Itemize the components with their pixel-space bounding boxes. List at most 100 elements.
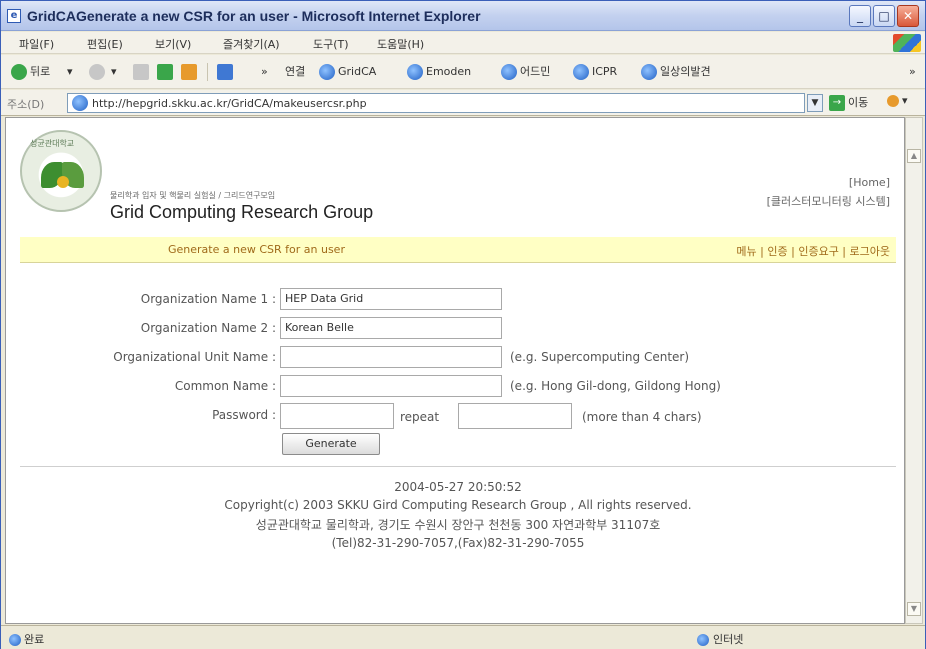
nav-link-cert[interactable]: 인증	[767, 245, 787, 258]
go-button[interactable]: → 이동	[829, 94, 868, 112]
nav-link-menu[interactable]: 메뉴	[736, 245, 756, 258]
menu-help[interactable]: 도움말(H)	[377, 36, 424, 52]
header-subtitle: 물리학과 입자 및 핵물리 실험실 / 그리드연구모임	[110, 191, 276, 200]
status-text: 완료	[9, 631, 44, 647]
unit-label: Organizational Unit Name :	[113, 350, 276, 364]
menu-view[interactable]: 보기(V)	[155, 36, 191, 52]
menu-tools[interactable]: 도구(T)	[313, 36, 349, 52]
browser-window: e GridCAGenerate a new CSR for an user -…	[0, 0, 926, 649]
repeat-password-input[interactable]	[458, 403, 572, 429]
common-name-input[interactable]	[280, 375, 502, 397]
link-admin-label: 어드민	[520, 65, 551, 78]
menu-file[interactable]: 파일(F)	[19, 36, 54, 52]
ie-app-icon: e	[7, 9, 21, 23]
menu-edit[interactable]: 편집(E)	[87, 36, 123, 52]
print-icon	[217, 64, 233, 80]
ie-page-icon	[573, 64, 589, 80]
nav-link-logout[interactable]: 로그아웃	[850, 245, 890, 258]
nav-separator: |	[838, 245, 850, 258]
page-viewport: 성균관대학교 물리학과 입자 및 핵물리 실험실 / 그리드연구모임 Grid …	[5, 117, 905, 624]
refresh-icon	[157, 64, 173, 80]
address-bar: 주소(D) http://hepgrid.skku.ac.kr/GridCA/m…	[1, 90, 925, 116]
stop-button[interactable]	[133, 63, 152, 81]
page-heading: Generate a new CSR for an user	[168, 243, 345, 256]
window-title: GridCAGenerate a new CSR for an user - M…	[27, 8, 481, 24]
link-gridca[interactable]: GridCA	[319, 63, 376, 81]
page-icon	[72, 95, 88, 111]
refresh-button[interactable]	[157, 63, 176, 81]
toolbar-more[interactable]: »	[261, 63, 268, 81]
footer-address: 성균관대학교 물리학과, 경기도 수원시 장안구 천천동 300 자연과학부 3…	[255, 518, 661, 532]
link-icpr[interactable]: ICPR	[573, 63, 617, 81]
forward-button[interactable]	[89, 63, 108, 81]
close-button[interactable]: ✕	[897, 5, 919, 27]
back-label: 뒤로	[30, 65, 51, 78]
title-bar[interactable]: e GridCAGenerate a new CSR for an user -…	[1, 1, 925, 31]
home-button[interactable]	[181, 63, 200, 81]
password-input[interactable]	[280, 403, 394, 429]
university-logo: 성균관대학교	[20, 130, 102, 212]
page-title: Grid Computing Research Group	[110, 202, 374, 222]
address-input[interactable]: http://hepgrid.skku.ac.kr/GridCA/makeuse…	[67, 93, 805, 113]
minimize-button[interactable]: _	[849, 5, 871, 27]
links-more[interactable]: »	[909, 63, 916, 81]
go-label: 이동	[848, 96, 869, 109]
link-icpr-label: ICPR	[592, 65, 618, 78]
back-dropdown[interactable]: ▾	[67, 63, 73, 81]
ie-page-icon	[641, 64, 657, 80]
logo-seed	[57, 176, 69, 188]
home-link[interactable]: [Home]	[849, 176, 890, 189]
toolbar-separator	[207, 63, 208, 81]
cn-hint: (e.g. Hong Gil-dong, Gildong Hong)	[510, 379, 721, 393]
toolbar: 뒤로 ▾ ▾ » 연결 GridCA Emoden 어드민 ICPR 일상의발견…	[1, 55, 925, 89]
zone-label: 인터넷	[713, 633, 744, 646]
nav-links: 메뉴 | 인증 | 인증요구 | 로그아웃	[736, 243, 890, 259]
cluster-monitoring-link[interactable]: [클러스터모니터링 시스템]	[767, 193, 890, 209]
link-gridca-label: GridCA	[338, 65, 377, 78]
ie-page-icon	[319, 64, 335, 80]
address-dropdown[interactable]: ▼	[807, 94, 823, 112]
org1-input[interactable]: HEP Data Grid	[280, 288, 502, 310]
links-dropdown-arrow: ▾	[902, 94, 908, 107]
cn-label: Common Name :	[174, 379, 276, 393]
org2-input[interactable]: Korean Belle	[280, 317, 502, 339]
back-arrow-icon	[11, 64, 27, 80]
org1-label: Organization Name 1 :	[140, 292, 276, 306]
org2-label: Organization Name 2 :	[140, 321, 276, 335]
maximize-button[interactable]: □	[873, 5, 895, 27]
footer-phone: (Tel)82-31-290-7057,(Fax)82-31-290-7055	[331, 536, 585, 550]
link-admin[interactable]: 어드민	[501, 63, 550, 81]
logo-text: 성균관대학교	[30, 139, 75, 148]
repeat-label: repeat	[400, 410, 440, 424]
stop-icon	[133, 64, 149, 80]
ie-page-icon	[407, 64, 423, 80]
vertical-scrollbar[interactable]: ▲ ▼	[905, 117, 923, 624]
scroll-down-button[interactable]: ▼	[907, 602, 921, 616]
go-arrow-icon: →	[829, 95, 845, 111]
print-button[interactable]	[217, 63, 236, 81]
scroll-up-button[interactable]: ▲	[907, 149, 921, 163]
ie-page-icon	[501, 64, 517, 80]
nav-link-cert-request[interactable]: 인증요구	[798, 245, 838, 258]
status-bar: 완료 인터넷	[1, 625, 925, 649]
password-label: Password :	[212, 408, 276, 422]
link-discovery[interactable]: 일상의발견	[641, 63, 711, 81]
windows-logo-icon	[893, 34, 921, 52]
globe-icon	[697, 634, 709, 646]
menu-favorites[interactable]: 즐겨찾기(A)	[223, 36, 280, 52]
back-button[interactable]: 뒤로	[11, 63, 50, 81]
generate-button[interactable]: Generate	[282, 433, 380, 455]
forward-arrow-icon	[89, 64, 105, 80]
links-dropdown[interactable]: ▾	[887, 94, 908, 107]
link-emoden[interactable]: Emoden	[407, 63, 471, 81]
forward-dropdown[interactable]: ▾	[111, 63, 117, 81]
nav-separator: |	[787, 245, 799, 258]
status-done: 완료	[24, 633, 45, 646]
nav-bar: Generate a new CSR for an user 메뉴 | 인증 |…	[20, 237, 896, 263]
address-url: http://hepgrid.skku.ac.kr/GridCA/makeuse…	[92, 97, 367, 110]
link-emoden-label: Emoden	[426, 65, 472, 78]
nav-separator: |	[756, 245, 768, 258]
page-status-icon	[9, 634, 21, 646]
unit-input[interactable]	[280, 346, 502, 368]
home-icon	[181, 64, 197, 80]
